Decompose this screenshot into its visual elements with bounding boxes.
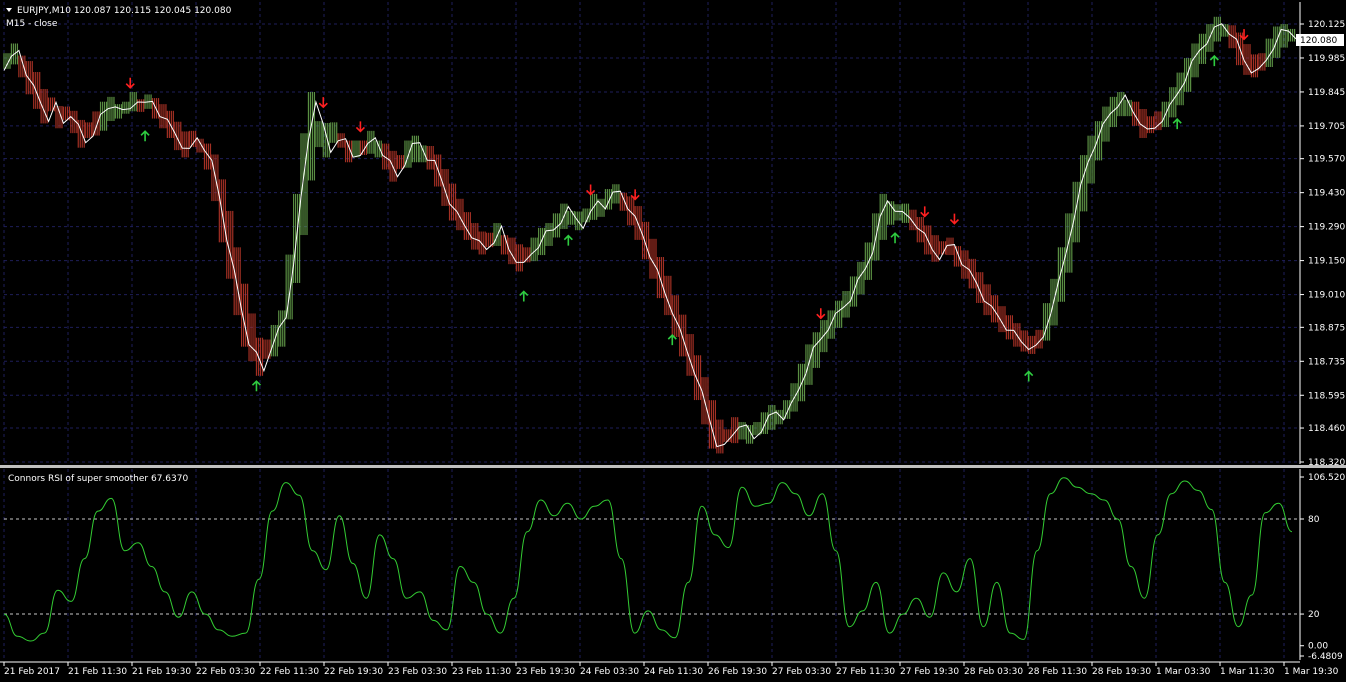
time-tick-label: 26 Feb 19:30	[708, 667, 767, 677]
down-arrow-icon	[318, 97, 328, 109]
time-tick-label: 27 Feb 11:30	[836, 667, 895, 677]
price-tick-label: 119.985	[1308, 54, 1345, 64]
price-tick-label: 120.125	[1308, 20, 1345, 30]
price-tick-label: 119.150	[1308, 257, 1345, 267]
lower-tick-label: 106.5207	[1308, 473, 1346, 483]
rsi-path	[3, 477, 1293, 642]
price-tick-label: 119.570	[1308, 155, 1345, 165]
price-tick-label: 118.735	[1308, 357, 1345, 367]
price-tick-label: 119.290	[1308, 223, 1345, 233]
time-tick-label: 28 Feb 11:30	[1028, 667, 1087, 677]
down-arrow-icon	[1239, 29, 1249, 41]
up-arrow-icon	[1024, 370, 1034, 382]
price-tick-label: 118.595	[1308, 391, 1345, 401]
down-arrow-icon	[920, 206, 930, 218]
down-arrow-icon	[355, 121, 365, 133]
up-arrow-icon	[890, 232, 900, 244]
time-tick-label: 1 Mar 11:30	[1220, 667, 1275, 677]
lower-tick-label: 20	[1308, 610, 1320, 620]
symbol-header-text: EURJPY,M10 120.087 120.115 120.045 120.0…	[17, 6, 232, 16]
time-tick-label: 23 Feb 03:30	[388, 667, 447, 677]
time-axis: 21 Feb 2017 21 Feb 11:30 21 Feb 19:30 22 Fe…	[0, 661, 1339, 677]
up-arrow-icon	[667, 333, 677, 346]
time-tick-label: 21 Feb 2017	[4, 667, 60, 677]
price-tick-label: 119.430	[1308, 189, 1345, 199]
lower-panel-grid	[3, 469, 1300, 660]
main-price-grid	[3, 2, 1300, 464]
time-tick-label: 21 Feb 11:30	[68, 667, 127, 677]
dropdown-triangle-icon[interactable]	[6, 8, 12, 12]
time-tick-label: 28 Feb 03:30	[964, 667, 1023, 677]
lower-tick-label: 80	[1308, 515, 1320, 525]
time-tick-label: 22 Feb 11:30	[260, 667, 319, 677]
time-tick-label: 24 Feb 03:30	[580, 667, 639, 677]
time-tick-label: 1 Mar 19:30	[1284, 667, 1339, 677]
price-tick-label: 118.875	[1308, 323, 1345, 333]
time-tick-label: 27 Feb 03:30	[772, 667, 831, 677]
time-tick-label: 22 Feb 19:30	[324, 667, 383, 677]
close-path	[3, 23, 1297, 448]
panel-separator[interactable]	[0, 465, 1346, 468]
lower-tick-label: -6.4809	[1308, 652, 1343, 662]
up-arrow-icon	[251, 380, 262, 392]
lower-panel-label: Connors RSI of super smoother 67.6370	[8, 474, 188, 484]
lower-panel-axis: 106.5207 80 20 0.00-6.4809	[1299, 469, 1346, 662]
smoother-ribbon	[3, 16, 1296, 454]
trading-chart[interactable]: 120.125 119.985 119.845 119.705 119.570 119.4…	[0, 0, 1346, 682]
time-tick-label: 24 Feb 11:30	[644, 667, 703, 677]
price-tick-label: 118.460	[1308, 424, 1345, 434]
up-arrow-icon	[1172, 118, 1182, 130]
up-arrow-icon	[563, 234, 573, 246]
time-tick-label: 23 Feb 11:30	[452, 667, 511, 677]
up-arrow-icon	[140, 130, 150, 142]
down-arrow-icon	[816, 308, 826, 320]
current-price-label: 120.080	[1300, 36, 1337, 46]
down-arrow-icon	[630, 189, 640, 201]
down-arrow-icon	[949, 213, 960, 225]
lower-tick-label: 0.00	[1308, 642, 1328, 652]
time-tick-label: 28 Feb 19:30	[1092, 667, 1151, 677]
time-tick-label: 27 Feb 19:30	[900, 667, 959, 677]
close-price-line	[3, 23, 1297, 448]
price-tick-label: 119.705	[1308, 122, 1345, 132]
up-arrow-icon	[519, 290, 529, 302]
down-arrow-icon	[125, 77, 135, 89]
time-tick-label: 23 Feb 19:30	[516, 667, 575, 677]
symbol-header[interactable]: EURJPY,M10 120.087 120.115 120.045 120.0…	[6, 6, 232, 16]
price-tick-label: 119.010	[1308, 291, 1345, 301]
indicator-label: M15 - close	[6, 19, 58, 29]
time-tick-label: 21 Feb 19:30	[132, 667, 191, 677]
price-axis: 120.125 119.985 119.845 119.705 119.570 119.4…	[1299, 2, 1345, 468]
price-tick-label: 119.845	[1308, 88, 1345, 98]
time-tick-label: 1 Mar 03:30	[1156, 667, 1211, 677]
time-tick-label: 22 Feb 03:30	[196, 667, 255, 677]
rsi-line	[3, 477, 1293, 642]
